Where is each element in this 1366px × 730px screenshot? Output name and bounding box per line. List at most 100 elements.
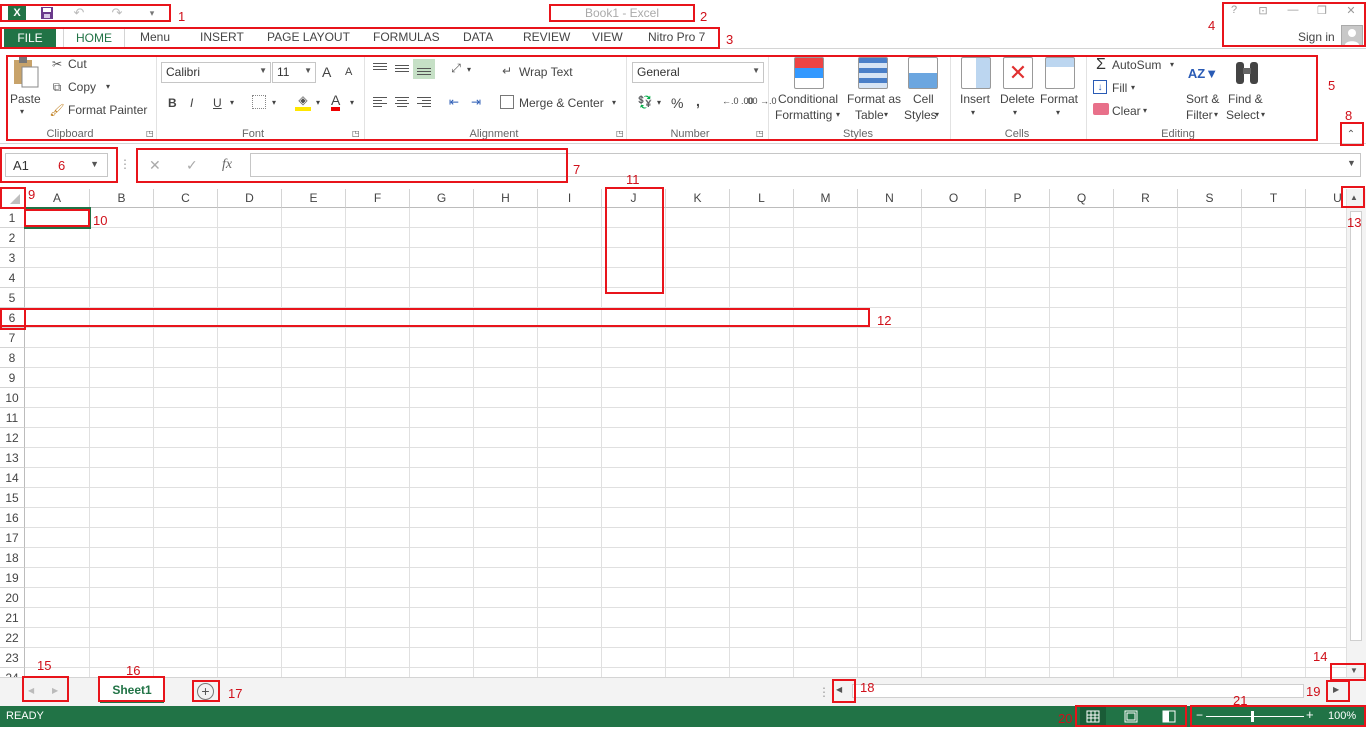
column-header[interactable]: J <box>602 189 666 208</box>
borders-dropdown-icon[interactable]: ▾ <box>272 98 276 107</box>
grow-font-button[interactable]: A <box>322 64 331 80</box>
format-as-table-label-2[interactable]: Table <box>855 108 884 122</box>
bold-button[interactable]: B <box>168 96 177 110</box>
format-as-table-icon[interactable] <box>858 57 888 89</box>
row-header[interactable]: 23 <box>0 648 25 668</box>
autosum-dropdown-icon[interactable]: ▾ <box>1170 60 1174 69</box>
align-center-icon[interactable] <box>394 95 410 109</box>
column-header[interactable]: S <box>1178 189 1242 208</box>
insert-dropdown-icon[interactable]: ▾ <box>971 108 975 117</box>
tab-nitro-pro[interactable]: Nitro Pro 7 <box>644 30 709 44</box>
row-header[interactable]: 4 <box>0 268 25 288</box>
format-cells-icon[interactable] <box>1045 57 1075 89</box>
row-header[interactable]: 12 <box>0 428 25 448</box>
orientation-dropdown-icon[interactable]: ▾ <box>467 65 471 74</box>
tab-file[interactable]: FILE <box>4 29 56 48</box>
row-header[interactable]: 14 <box>0 468 25 488</box>
format-button[interactable]: Format <box>1040 92 1078 106</box>
column-header[interactable]: O <box>922 189 986 208</box>
font-family-select[interactable]: Calibri ▼ <box>161 62 271 83</box>
tab-review[interactable]: REVIEW <box>519 30 574 44</box>
row-header[interactable]: 19 <box>0 568 25 588</box>
conditional-formatting-label-2[interactable]: Formatting <box>775 108 832 122</box>
sort-filter-label-2[interactable]: Filter <box>1186 108 1213 122</box>
expand-formula-bar-icon[interactable]: ▼ <box>1347 158 1356 168</box>
fill-color-dropdown-icon[interactable]: ▾ <box>316 98 320 107</box>
column-header[interactable]: D <box>218 189 282 208</box>
row-header[interactable]: 21 <box>0 608 25 628</box>
decrease-indent-icon[interactable]: ⇤ <box>446 95 462 109</box>
copy-button[interactable]: Copy <box>68 80 96 94</box>
number-launcher-icon[interactable]: ◳ <box>756 129 764 138</box>
bottom-align-icon[interactable] <box>413 59 435 79</box>
binoculars-icon[interactable] <box>1232 57 1262 89</box>
font-color-button[interactable]: A <box>331 93 341 111</box>
next-sheet-icon[interactable]: ▶ <box>52 686 58 695</box>
normal-view-icon[interactable] <box>1080 706 1106 727</box>
row-header[interactable]: 15 <box>0 488 25 508</box>
column-header[interactable]: I <box>538 189 602 208</box>
vertical-scroll-thumb[interactable] <box>1350 211 1362 641</box>
column-header[interactable]: U <box>1306 189 1346 208</box>
autosum-button[interactable]: AutoSum <box>1112 58 1161 72</box>
delete-button[interactable]: Delete <box>1000 92 1035 106</box>
enter-formula-icon[interactable]: ✓ <box>186 157 198 174</box>
row-header[interactable]: 24 <box>0 668 25 677</box>
decrease-decimal-button[interactable]: .00 →.0 <box>745 97 777 106</box>
format-dropdown-icon[interactable]: ▾ <box>1056 108 1060 117</box>
cell-styles-label-1[interactable]: Cell <box>913 92 934 106</box>
column-header[interactable]: Q <box>1050 189 1114 208</box>
font-launcher-icon[interactable]: ◳ <box>352 129 360 138</box>
row-header[interactable]: 1 <box>0 208 25 228</box>
sheet-tab-sheet1[interactable]: Sheet1 <box>100 678 164 703</box>
add-sheet-icon[interactable]: + <box>197 683 214 700</box>
excel-app-icon[interactable]: X <box>8 4 26 22</box>
shrink-font-button[interactable]: A <box>345 66 352 78</box>
column-header[interactable]: N <box>858 189 922 208</box>
vertical-scrollbar[interactable]: ▲ ▼ <box>1346 189 1366 677</box>
close-icon[interactable]: ✕ <box>1340 4 1362 20</box>
row-header[interactable]: 9 <box>0 368 25 388</box>
format-as-table-label-1[interactable]: Format as <box>847 92 901 106</box>
column-header[interactable]: B <box>90 189 154 208</box>
cell-styles-label-2[interactable]: Styles <box>904 108 937 122</box>
column-header[interactable]: R <box>1114 189 1178 208</box>
find-select-label-1[interactable]: Find & <box>1228 92 1263 106</box>
clipboard-launcher-icon[interactable]: ◳ <box>146 129 154 138</box>
conditional-formatting-icon[interactable] <box>794 57 824 89</box>
delete-cells-icon[interactable]: ✕ <box>1003 57 1033 89</box>
restore-icon[interactable]: ❐ <box>1311 4 1333 20</box>
find-select-label-2[interactable]: Select <box>1226 108 1259 122</box>
row-header[interactable]: 22 <box>0 628 25 648</box>
comma-style-button[interactable]: , <box>696 93 700 109</box>
spreadsheet-grid[interactable]: A B C D E F G H I J K L M N O P Q R S T … <box>0 189 1346 677</box>
column-header[interactable]: P <box>986 189 1050 208</box>
scroll-up-icon[interactable]: ▲ <box>1350 193 1358 202</box>
paste-button[interactable]: Paste <box>10 92 41 106</box>
tab-menu[interactable]: Menu <box>136 30 174 44</box>
merge-center-button[interactable]: Merge & Center <box>519 96 604 110</box>
format-as-table-dropdown-icon[interactable]: ▾ <box>884 110 888 119</box>
accounting-dropdown-icon[interactable]: ▾ <box>657 98 661 107</box>
row-header[interactable]: 6 <box>0 308 25 328</box>
delete-dropdown-icon[interactable]: ▾ <box>1013 108 1017 117</box>
top-align-icon[interactable] <box>372 61 388 75</box>
cancel-formula-icon[interactable]: ✕ <box>149 157 161 174</box>
tab-data[interactable]: DATA <box>459 30 497 44</box>
sort-filter-label-1[interactable]: Sort & <box>1186 92 1219 106</box>
fill-dropdown-icon[interactable]: ▾ <box>1131 83 1135 92</box>
scroll-left-icon[interactable]: ◀ <box>836 685 842 694</box>
font-color-dropdown-icon[interactable]: ▾ <box>350 98 354 107</box>
formula-bar-grip[interactable]: ⋮ <box>119 157 131 171</box>
column-header[interactable]: G <box>410 189 474 208</box>
scroll-down-icon[interactable]: ▼ <box>1350 666 1358 675</box>
font-size-select[interactable]: 11 ▼ <box>272 62 316 83</box>
minimize-icon[interactable]: — <box>1282 4 1304 20</box>
tab-view[interactable]: VIEW <box>588 30 627 44</box>
accounting-format-icon[interactable]: 💱 <box>636 94 654 110</box>
scroll-right-icon[interactable]: ▶ <box>1333 685 1339 694</box>
sort-filter-dropdown-icon[interactable]: ▾ <box>1214 110 1218 119</box>
column-header[interactable]: E <box>282 189 346 208</box>
row-header[interactable]: 11 <box>0 408 25 428</box>
conditional-formatting-dropdown-icon[interactable]: ▾ <box>836 110 840 119</box>
